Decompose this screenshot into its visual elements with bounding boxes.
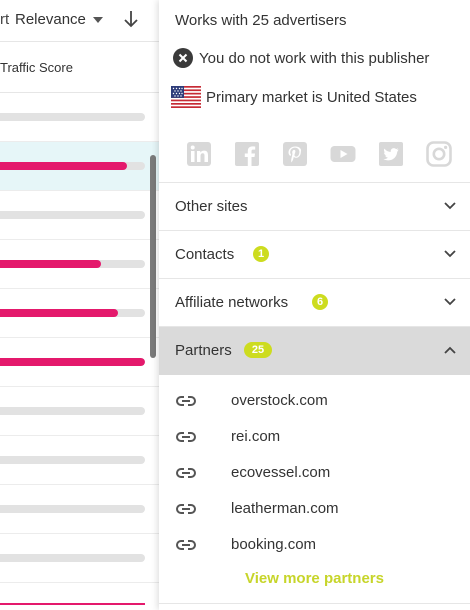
link-icon: [176, 540, 196, 550]
traffic-score-bar: [0, 113, 145, 121]
traffic-score-fill: [0, 162, 127, 170]
pinterest-icon[interactable]: [282, 141, 308, 167]
linkedin-icon[interactable]: [186, 141, 212, 167]
link-icon: [176, 396, 196, 406]
arrow-down-icon[interactable]: [122, 9, 140, 29]
table-row[interactable]: [0, 387, 159, 436]
affiliate-count-badge: 6: [312, 294, 328, 310]
table-row[interactable]: [0, 191, 159, 240]
partner-domain[interactable]: ecovessel.com: [231, 464, 330, 481]
table-row[interactable]: [0, 338, 159, 387]
traffic-score-bar: [0, 554, 145, 562]
table-row[interactable]: [0, 93, 159, 142]
partners-count-badge: 25: [244, 342, 272, 358]
affiliate-networks-label: Affiliate networks: [175, 294, 289, 311]
table-row[interactable]: [0, 534, 159, 583]
partner-item[interactable]: rei.com: [159, 419, 470, 455]
traffic-score-bar: [0, 162, 145, 170]
twitter-icon[interactable]: [378, 141, 404, 167]
caret-down-icon[interactable]: [93, 17, 103, 23]
traffic-score-bar: [0, 309, 145, 317]
traffic-score-fill: [0, 358, 145, 366]
section-other-sites[interactable]: Other sites: [159, 183, 470, 231]
table-scrollbar[interactable]: [150, 155, 156, 358]
link-icon: [176, 432, 196, 442]
us-flag-icon: [171, 86, 201, 108]
column-header-row: Traffic Score: [0, 42, 159, 93]
table-row[interactable]: [0, 485, 159, 534]
link-icon: [176, 504, 196, 514]
close-circle-icon: [173, 48, 193, 68]
partners-label: Partners: [175, 342, 232, 359]
traffic-score-fill: [0, 603, 145, 605]
publisher-detail-panel: Works with 25 advertisers You do not wor…: [159, 0, 470, 610]
table-row[interactable]: [0, 289, 159, 338]
section-contacts[interactable]: Contacts 1: [159, 231, 470, 279]
chevron-down-icon: [444, 202, 456, 210]
table-rows: [0, 93, 159, 610]
publisher-status: You do not work with this publisher: [199, 50, 430, 67]
traffic-score-bar: [0, 456, 145, 464]
traffic-score-fill: [0, 309, 118, 317]
partner-domain[interactable]: leatherman.com: [231, 500, 339, 517]
partner-item[interactable]: leatherman.com: [159, 491, 470, 527]
partner-item[interactable]: overstock.com: [159, 383, 470, 419]
section-affiliate-networks[interactable]: Affiliate networks 6: [159, 279, 470, 327]
traffic-score-bar: [0, 407, 145, 415]
primary-market: Primary market is United States: [206, 89, 417, 106]
facebook-icon[interactable]: [234, 141, 260, 167]
link-icon: [176, 468, 196, 478]
table-row[interactable]: [0, 142, 159, 191]
partner-item[interactable]: booking.com: [159, 527, 470, 563]
table-row[interactable]: [0, 436, 159, 485]
chevron-up-icon: [444, 346, 456, 354]
traffic-score-bar: [0, 358, 145, 366]
chevron-down-icon: [444, 298, 456, 306]
table-row[interactable]: [0, 240, 159, 289]
traffic-score-bar: [0, 260, 145, 268]
sort-label: rt: [0, 11, 10, 28]
other-sites-label: Other sites: [175, 198, 248, 215]
partner-domain[interactable]: rei.com: [231, 428, 280, 445]
partner-domain[interactable]: booking.com: [231, 536, 316, 553]
contacts-count-badge: 1: [253, 246, 269, 262]
contacts-label: Contacts: [175, 246, 235, 263]
table-toolbar: rt Relevance: [0, 0, 159, 42]
partner-domain[interactable]: overstock.com: [231, 392, 328, 409]
section-partners[interactable]: Partners 25: [159, 327, 470, 375]
publisher-table-panel: rt Relevance Traffic Score: [0, 0, 159, 610]
column-header-traffic-score[interactable]: Traffic Score: [0, 60, 73, 75]
advertisers-count: Works with 25 advertisers: [175, 12, 347, 29]
partner-item[interactable]: ecovessel.com: [159, 455, 470, 491]
view-more-partners-link[interactable]: View more partners: [159, 570, 470, 587]
traffic-score-bar: [0, 211, 145, 219]
chevron-down-icon: [444, 250, 456, 258]
divider: [159, 603, 470, 604]
table-row[interactable]: [0, 583, 159, 610]
social-links-row: [159, 133, 470, 183]
traffic-score-fill: [0, 260, 102, 268]
instagram-icon[interactable]: [426, 141, 452, 167]
sort-dropdown[interactable]: Relevance: [15, 11, 86, 28]
traffic-score-bar: [0, 505, 145, 513]
youtube-icon[interactable]: [330, 141, 356, 167]
